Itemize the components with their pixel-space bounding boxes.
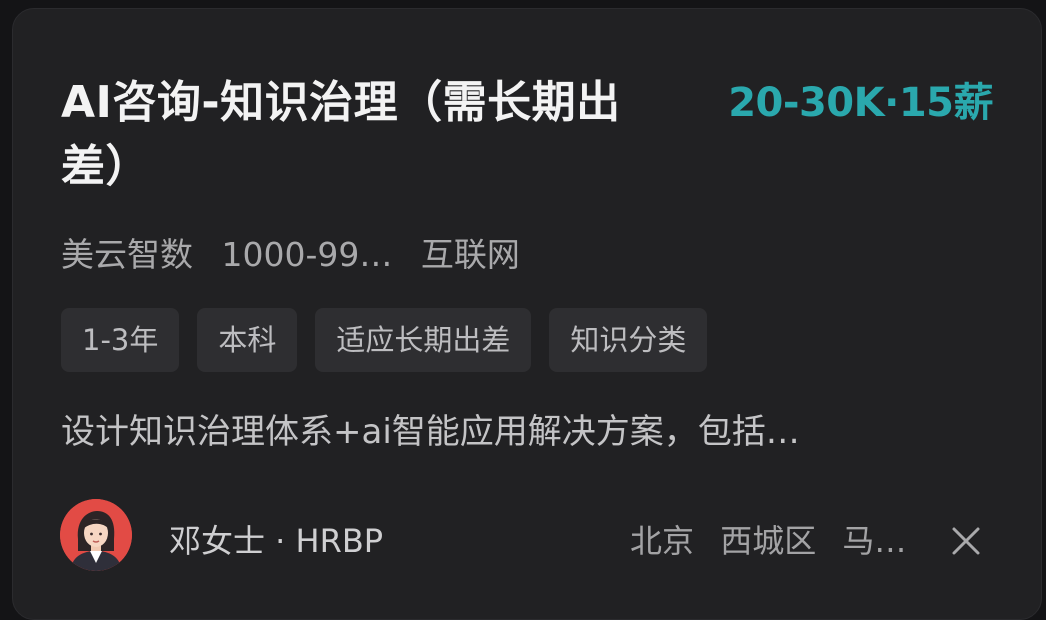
job-tags: 1-3年 本科 适应长期出差 知识分类 [61,308,708,372]
location-district: 西城区 [720,522,817,560]
close-icon[interactable] [949,524,983,558]
location-city: 北京 [630,522,695,560]
tag-skill: 知识分类 [549,308,708,372]
job-card[interactable]: AI咨询-知识治理（需长期出差） 20-30K·15薪 美云智数 1000-99… [12,8,1042,620]
recruiter-name[interactable]: 邓女士 · HRBP [169,517,383,565]
avatar-woman-icon[interactable] [60,499,132,571]
salary-range: 20-30K·15薪 [728,80,993,126]
company-size: 1000-99… [221,235,393,274]
company-industry: 互联网 [420,235,520,274]
tag-travel: 适应长期出差 [315,308,532,372]
company-name: 美云智数 [61,235,193,274]
job-location: 北京 西城区 马… [630,517,922,565]
job-title: AI咨询-知识治理（需长期出差） [61,77,621,192]
job-description: 设计知识治理体系+ai智能应用解决方案，包括… [61,412,800,452]
company-info: 美云智数 1000-99… 互联网 [61,231,538,279]
tag-experience: 1-3年 [61,308,180,372]
tag-education: 本科 [197,308,298,372]
location-area: 马… [842,522,907,560]
